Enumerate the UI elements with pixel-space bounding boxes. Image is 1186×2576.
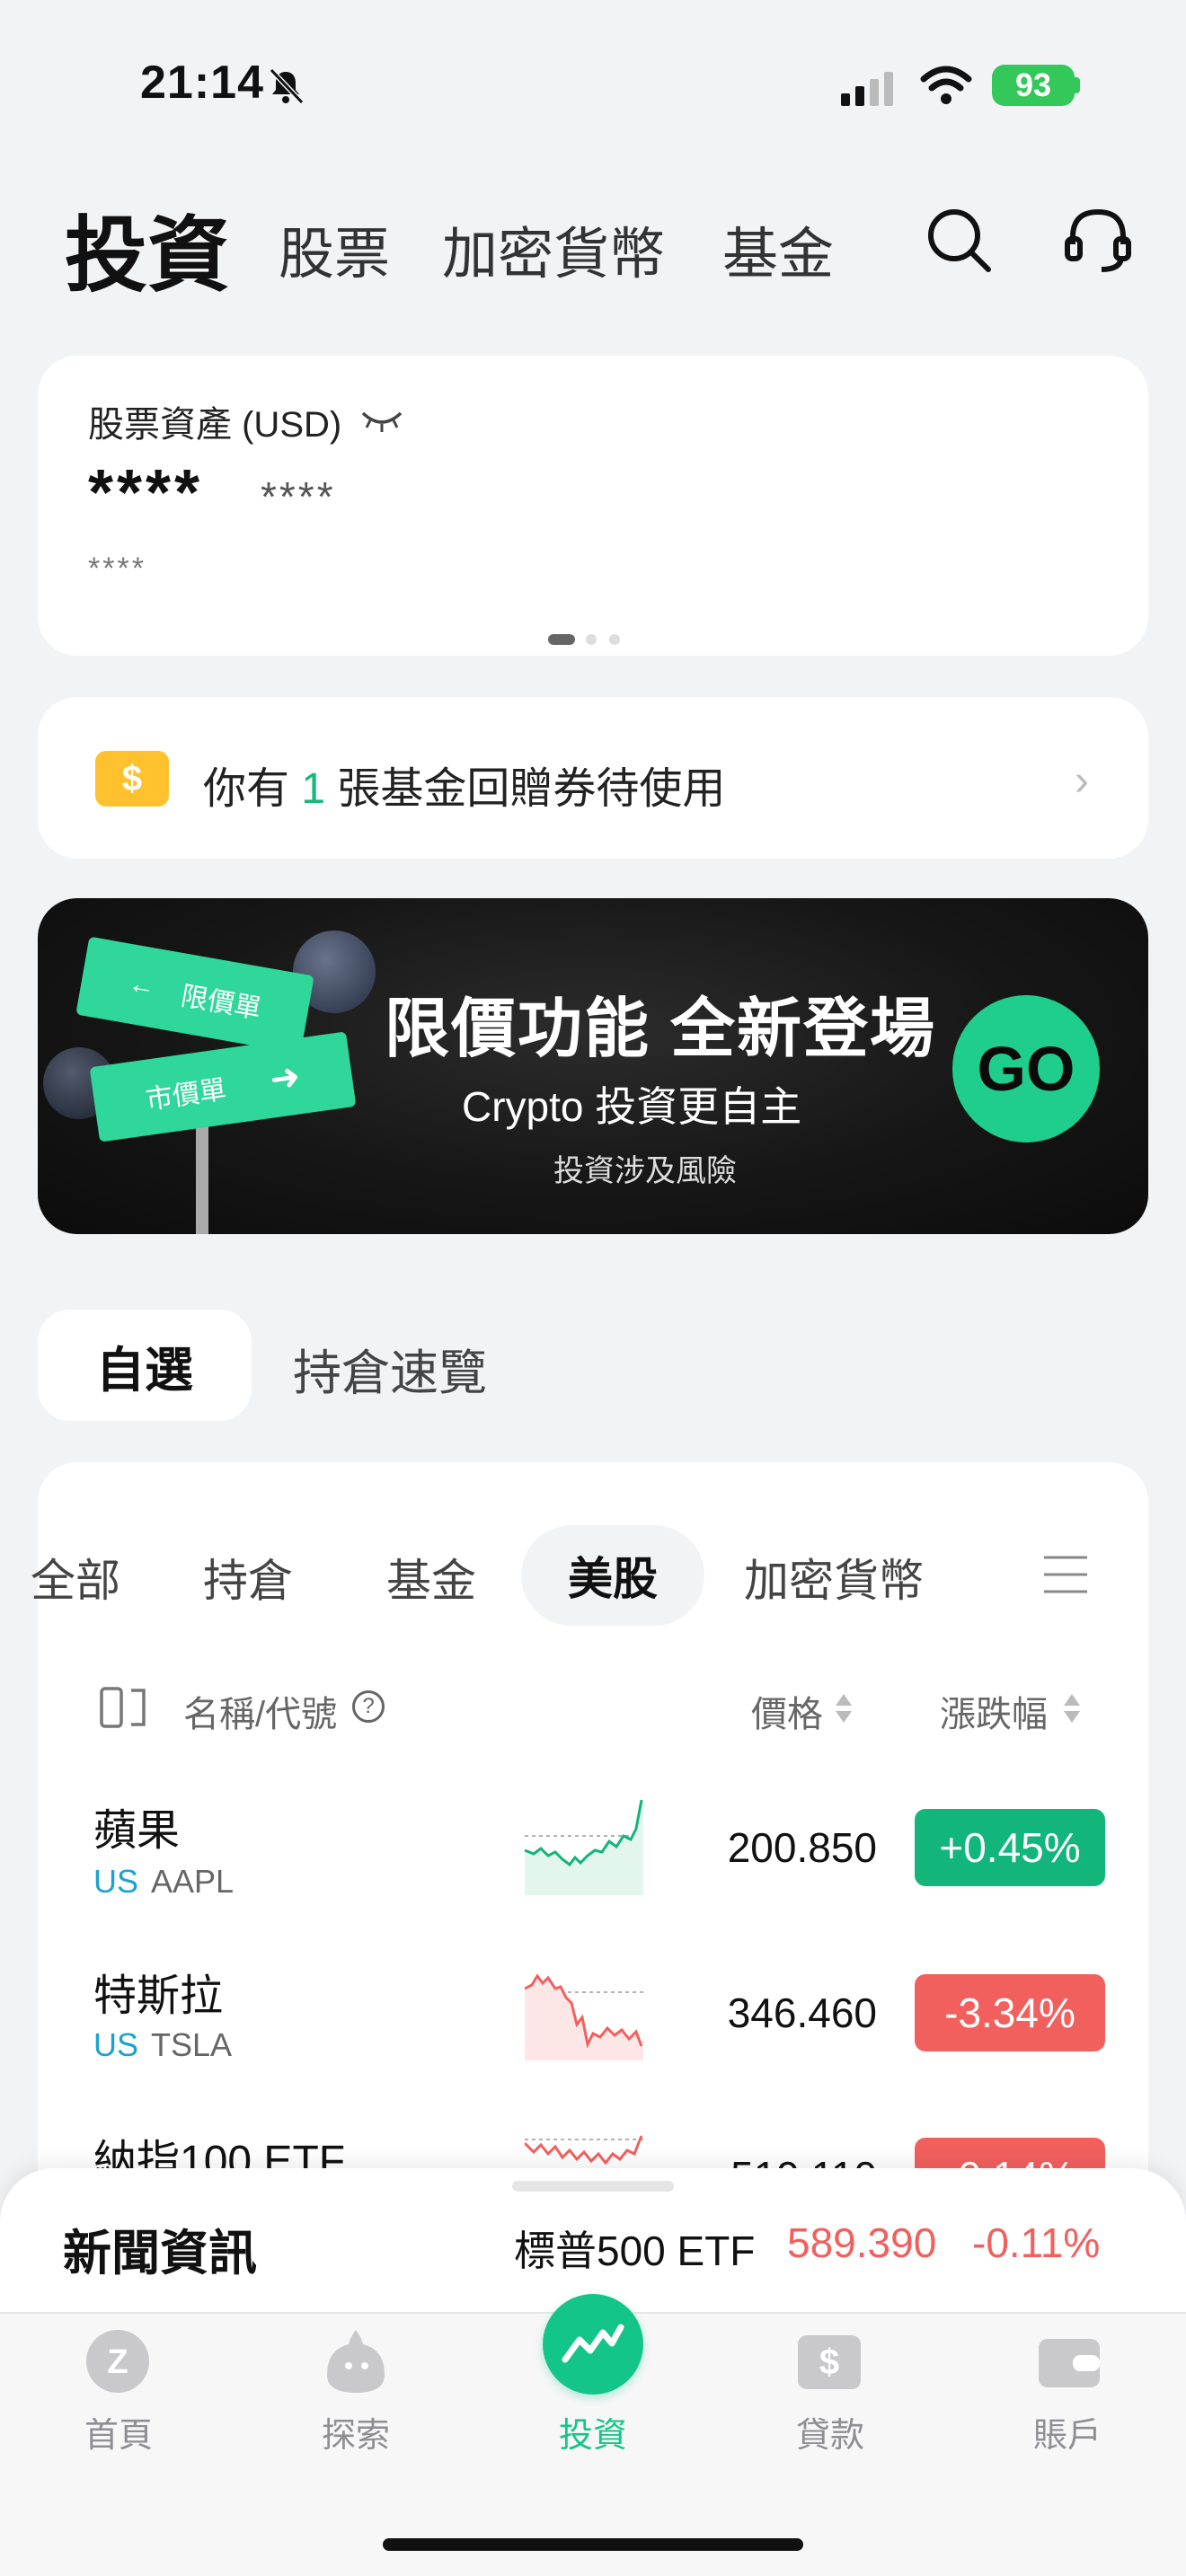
change-badge[interactable]: -3.34% [915, 1974, 1105, 2051]
tab-watchlist[interactable]: 自選 [38, 1310, 252, 1421]
ticker-price: 589.390 [787, 2219, 937, 2266]
list-menu-icon[interactable] [1042, 1554, 1089, 1595]
arrow-right-icon: ➜ [267, 1056, 303, 1100]
column-toggle-icon[interactable] [99, 1685, 151, 1730]
sheet-grabber[interactable] [512, 2181, 674, 2192]
sparkline-chart [525, 1799, 643, 1895]
change-badge[interactable]: +0.45% [915, 1809, 1105, 1886]
search-icon[interactable] [925, 207, 992, 273]
filter-funds[interactable]: 基金 [386, 1545, 476, 1610]
tab-stocks[interactable]: 股票 [279, 208, 390, 289]
banner-title: 限價功能 全新登場 [385, 993, 937, 1065]
sign-pole [196, 1114, 208, 1234]
asset-value-decimal: **** [261, 473, 336, 520]
column-header-name: 名稱/代號 [183, 1695, 338, 1734]
tab-crypto[interactable]: 加密貨幣 [442, 208, 665, 289]
banner-risk-note: 投資涉及風險 [553, 1154, 737, 1188]
status-time: 21:14 [140, 57, 264, 109]
tab-holdings-overview[interactable]: 持倉速覽 [293, 1333, 487, 1404]
coupon-count: 1 [301, 765, 326, 813]
filter-holdings[interactable]: 持倉 [203, 1545, 293, 1610]
wifi-icon [920, 66, 972, 104]
sort-icon[interactable] [834, 1692, 854, 1725]
help-icon[interactable]: ? [352, 1690, 385, 1723]
account-icon[interactable] [1037, 2337, 1102, 2389]
home-icon[interactable]: Z [86, 2330, 149, 2393]
stock-price: 200.850 [727, 1824, 877, 1871]
banner-subtitle: Crypto 投資更自主 [462, 1083, 802, 1130]
eye-closed-icon[interactable] [359, 408, 404, 435]
go-button[interactable]: GO [952, 995, 1100, 1142]
filter-all[interactable]: 全部 [31, 1545, 120, 1610]
filter-crypto[interactable]: 加密貨幣 [744, 1545, 924, 1610]
news-title[interactable]: 新聞資訊 [63, 2213, 257, 2284]
explore-icon[interactable] [322, 2325, 390, 2396]
asset-sub-value: **** [88, 551, 146, 586]
stock-name[interactable]: 特斯拉 [93, 1960, 223, 2023]
invest-icon[interactable] [543, 2294, 643, 2395]
filter-us-stocks[interactable]: 美股 [521, 1525, 704, 1626]
stock-price: 346.460 [727, 1989, 877, 2036]
loan-icon[interactable]: $ [798, 2335, 861, 2389]
ticker-change: -0.11% [972, 2219, 1101, 2266]
coupon-dollar-icon: $ [95, 751, 169, 807]
tab-label-home[interactable]: 首頁 [56, 2407, 181, 2457]
asset-label: 股票資產 (USD) [88, 405, 342, 445]
svg-text:Z: Z [107, 2343, 128, 2381]
tab-label-loan[interactable]: 貸款 [767, 2407, 893, 2457]
silent-bell-icon [269, 67, 305, 105]
tab-label-account[interactable]: 賬戶 [1005, 2407, 1130, 2457]
stock-code: US AAPL [93, 1863, 235, 1900]
customer-support-icon[interactable] [1062, 205, 1134, 277]
tab-label-explore[interactable]: 探索 [293, 2407, 419, 2457]
sparkline-chart [525, 1973, 643, 2060]
tab-funds[interactable]: 基金 [722, 208, 834, 289]
tab-label-invest[interactable]: 投資 [530, 2407, 656, 2457]
battery-indicator: 93 [992, 65, 1075, 106]
page-title: 投資 [65, 210, 231, 302]
cellular-signal-icon [841, 72, 893, 106]
column-header-price[interactable]: 價格 [751, 1685, 823, 1737]
stock-name[interactable]: 蘋果 [93, 1795, 180, 1857]
asset-value: **** [88, 457, 204, 529]
coupon-text: 你有 1 張基金回贈券待使用 [203, 765, 726, 813]
sort-icon[interactable] [1062, 1692, 1082, 1725]
chevron-right-icon[interactable]: › [1075, 756, 1089, 806]
home-indicator[interactable] [383, 2538, 803, 2551]
stock-code: US TSLA [93, 2026, 233, 2063]
page-indicator [548, 634, 620, 645]
ticker-name[interactable]: 標普500 ETF [514, 2219, 755, 2278]
column-header-change[interactable]: 漲跌幅 [940, 1685, 1048, 1737]
arrow-left-icon: ← [126, 968, 158, 1002]
battery-tip [1075, 77, 1080, 93]
